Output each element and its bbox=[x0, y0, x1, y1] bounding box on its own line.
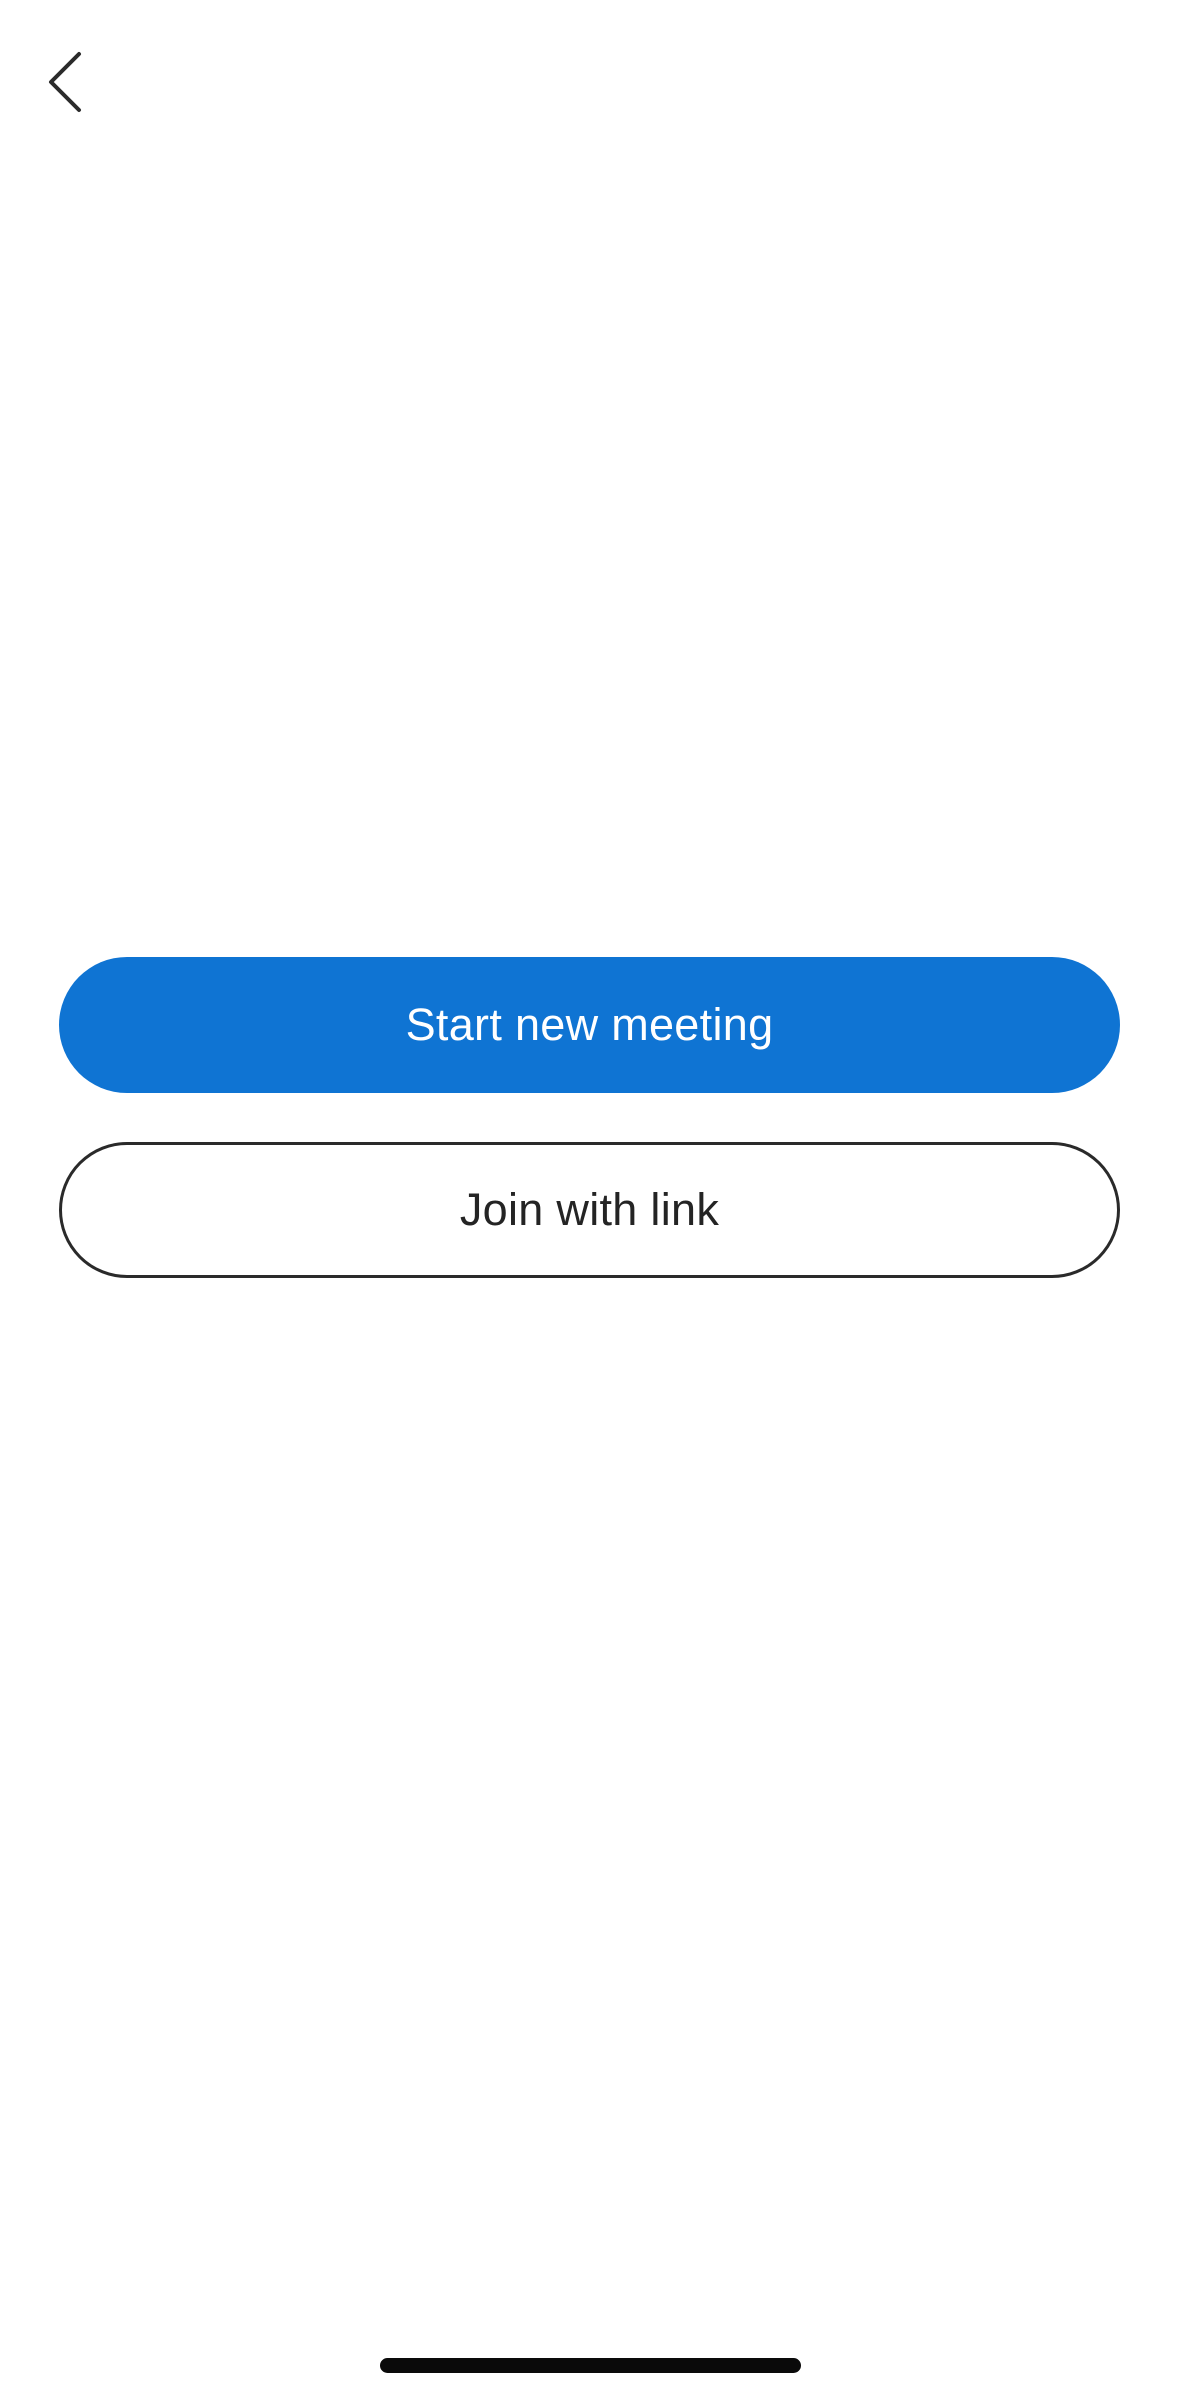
home-indicator[interactable] bbox=[380, 2358, 801, 2373]
back-button[interactable] bbox=[30, 42, 100, 122]
start-new-meeting-label: Start new meeting bbox=[405, 999, 774, 1050]
start-new-meeting-button[interactable]: Start new meeting bbox=[59, 957, 1120, 1093]
join-with-link-label: Join with link bbox=[459, 1184, 720, 1235]
chevron-left-icon bbox=[49, 52, 81, 112]
join-with-link-button[interactable]: Join with link bbox=[59, 1142, 1120, 1278]
